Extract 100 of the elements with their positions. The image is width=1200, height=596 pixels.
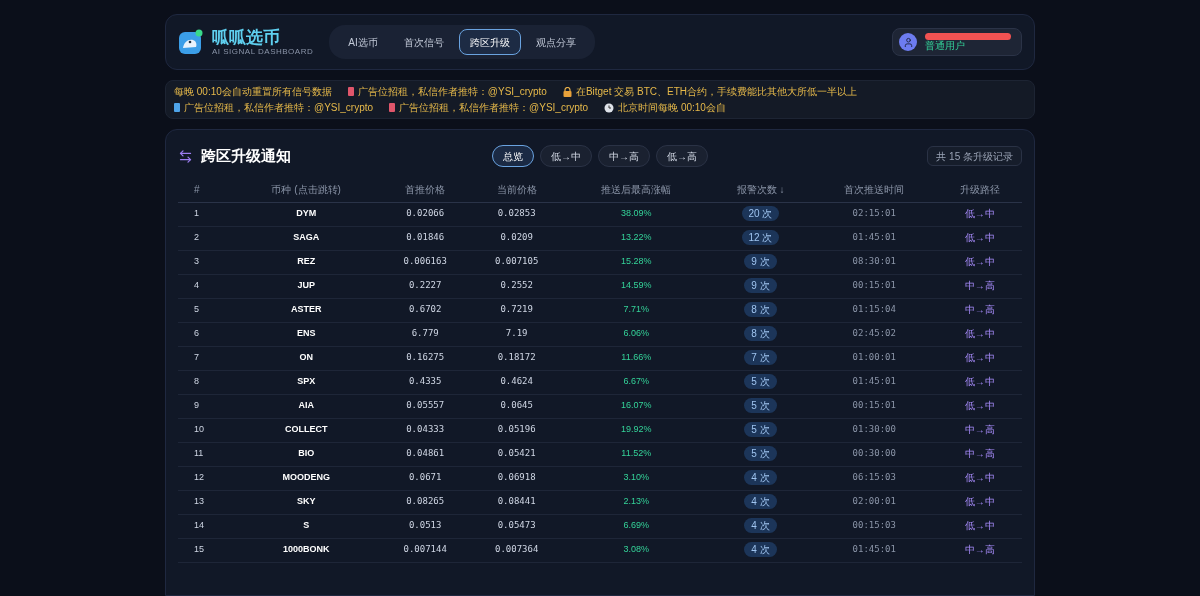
filter-tab[interactable]: 低→高 [656,145,708,167]
column-header: # [194,184,200,196]
gain-cell: 6.69% [623,520,649,531]
gain-cell: 15.28% [621,256,652,267]
path-cell: 低→中 [964,232,995,244]
column-header: 升级路径 [959,184,1000,196]
coin-link[interactable]: SAGA [293,232,320,243]
current-price-cell: 0.2552 [500,280,533,291]
rank-cell: 15 [194,544,204,555]
path-cell: 中→高 [964,424,995,436]
count-badge: 20 次 [741,206,780,222]
count-badge: 7 次 [744,350,777,366]
rank-cell: 9 [194,400,199,411]
coin-link[interactable]: REZ [297,256,316,267]
coin-link[interactable]: ENS [296,328,316,339]
current-price-cell: 7.19 [505,328,528,339]
avatar-icon [899,33,917,51]
time-cell: 01:30:00 [852,424,896,435]
coin-link[interactable]: DYM [296,208,317,219]
time-cell: 01:15:04 [852,304,896,315]
gain-cell: 13.22% [621,232,652,243]
time-cell: 00:15:03 [852,520,896,531]
first-price-cell: 6.779 [411,328,439,339]
filter-tab[interactable]: 总览 [492,145,534,167]
coin-link[interactable]: AIA [298,400,314,411]
path-cell: 中→高 [964,544,995,556]
coin-link[interactable]: 1000BONK [282,544,330,555]
path-cell: 中→高 [964,448,995,460]
first-price-cell: 0.0513 [408,520,442,531]
path-cell: 低→中 [964,352,995,364]
time-cell: 01:45:01 [852,232,896,243]
time-cell: 06:15:03 [852,472,896,483]
user-card[interactable]: 普通用户 [892,28,1022,56]
nav-tab[interactable]: AI选币 [337,29,389,55]
coin-link[interactable]: COLLECT [284,424,328,435]
rank-cell: 14 [194,520,204,531]
column-header: 推送后最高涨幅 [601,184,672,196]
first-price-cell: 0.04861 [406,448,445,459]
first-price-cell: 0.02066 [406,208,445,219]
lock-icon [562,86,572,97]
first-price-cell: 0.4335 [408,376,442,387]
nav-tab[interactable]: 观点分享 [524,29,587,55]
coin-link[interactable]: ON [299,352,313,363]
time-cell: 00:15:01 [852,400,896,411]
path-cell: 低→中 [964,496,995,508]
coin-link[interactable]: SKY [296,496,316,507]
path-cell: 低→中 [964,520,995,532]
rank-cell: 12 [194,472,204,483]
time-cell: 00:15:01 [852,280,896,291]
column-header: 首推价格 [405,184,446,196]
current-price-cell: 0.0645 [500,400,533,411]
panel-title: 跨区升级通知 [201,145,291,166]
rank-cell: 8 [194,376,199,387]
brand-subtitle: AI SIGNAL DASHBOARD [212,47,314,56]
rank-cell: 6 [194,328,199,339]
coin-link[interactable]: SPX [297,376,316,387]
first-price-cell: 0.05557 [406,400,445,411]
count-badge: 4 次 [744,470,777,486]
coin-link[interactable]: JUP [297,280,315,291]
rank-cell: 10 [194,424,204,435]
count-badge: 5 次 [744,374,777,390]
ticker-message: 在Bitget 交易 BTC、ETH合约，手续费能比其他大所低一半以上 [575,85,857,99]
gain-cell: 11.52% [621,448,652,459]
count-badge: 8 次 [744,326,777,342]
current-price-cell: 0.08441 [497,496,536,507]
gain-cell: 2.13% [623,496,649,507]
ticker-message: 北京时间每晚 00:10会自 [618,101,726,115]
time-cell: 01:45:01 [852,544,896,555]
coin-link[interactable]: ASTER [290,304,322,315]
time-cell: 01:45:01 [852,376,896,387]
gain-cell: 38.09% [621,208,652,219]
ticker-message: 广告位招租，私信作者推特：@YSI_crypto [184,101,374,115]
time-cell: 00:30:00 [852,448,896,459]
first-price-cell: 0.01846 [406,232,445,243]
filter-tab[interactable]: 中→高 [598,145,650,167]
gain-cell: 3.08% [623,544,649,555]
count-badge: 4 次 [744,494,777,510]
ticker-message: 广告位招租，私信作者推特：@YSI_crypto [399,101,589,115]
count-badge: 9 次 [744,254,777,270]
coin-link[interactable]: MOODENG [282,472,330,483]
nav-tab[interactable]: 首次信号 [392,29,455,55]
gain-cell: 14.59% [621,280,652,291]
first-price-cell: 0.08265 [406,496,445,507]
count-badge: 4 次 [744,518,777,534]
count-badge: 9 次 [744,278,777,294]
count-badge: 5 次 [744,446,777,462]
filter-tab[interactable]: 低→中 [540,145,592,167]
ticker-message: 广告位招租，私信作者推特：@YSI_crypto [357,85,547,99]
count-badge: 4 次 [744,542,777,558]
record-count: 共 15 条升级记录 [927,146,1022,166]
coin-link[interactable]: BIO [298,448,315,459]
nav-tab[interactable]: 跨区升级 [458,29,521,55]
current-price-cell: 0.0209 [500,232,533,243]
gain-cell: 6.06% [623,328,649,339]
current-price-cell: 0.02853 [497,208,536,219]
current-price-cell: 0.007105 [495,256,539,267]
count-badge: 8 次 [744,302,777,318]
rank-cell: 5 [194,304,199,315]
column-header: 首次推送时间 [844,184,905,196]
coin-link[interactable]: S [303,520,310,531]
